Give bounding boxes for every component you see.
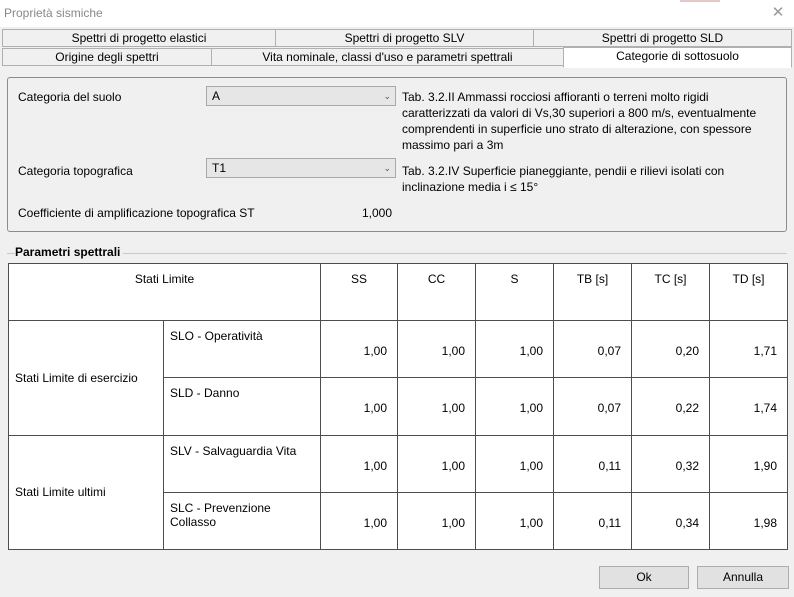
spectral-table: Stati Limite SS CC S TB [s] TC [s] TD [s… (7, 262, 789, 551)
cell-value: 0,11 (553, 434, 633, 493)
row-label-sld: SLD - Danno (162, 377, 322, 436)
cell-value: 1,00 (397, 434, 477, 493)
cell-value: 1,00 (320, 491, 399, 551)
cell-value: 1,00 (397, 320, 477, 379)
soil-category-description-line: comprendenti in superficie uno strato di… (402, 122, 752, 136)
table-row[interactable]: Stati Limite ultimi SLV - Salvaguardia V… (8, 434, 789, 551)
topo-coefficient-label: Coefficiente di amplificazione topografi… (18, 206, 255, 220)
tab-vita-nominale[interactable]: Vita nominale, classi d'uso e parametri … (211, 48, 564, 66)
cell-value: 0,20 (631, 320, 711, 379)
spectral-table-container: Stati Limite SS CC S TB [s] TC [s] TD [s… (7, 262, 789, 551)
title-accent (680, 0, 720, 2)
header-cc: CC (397, 262, 477, 322)
cell-value: 1,00 (397, 491, 477, 551)
topo-category-description-line: inclinazione media i ≤ 15° (402, 180, 539, 194)
cell-value: 0,07 (553, 377, 633, 436)
tab-origine-spettri[interactable]: Origine degli spettri (2, 48, 212, 66)
topo-category-description-line: Tab. 3.2.IV Superficie pianeggiante, pen… (402, 164, 725, 178)
group-label-esercizio: Stati Limite di esercizio (8, 320, 164, 436)
spectral-section-title: Parametri spettrali (15, 245, 124, 259)
cell-value: 0,32 (631, 434, 711, 493)
header-s: S (475, 262, 555, 322)
cell-value: 1,00 (475, 320, 555, 379)
window-title: Proprietà sismiche (4, 6, 103, 20)
soil-category-description-line: Tab. 3.2.II Ammassi rocciosi affioranti … (402, 90, 709, 104)
cell-value: 1,74 (709, 377, 789, 436)
row-label-slc: SLC - Prevenzione Collasso (162, 491, 322, 551)
chevron-down-icon: ⌄ (383, 163, 391, 173)
header-stati-limite: Stati Limite (7, 262, 322, 322)
soil-category-select[interactable]: A ⌄ (206, 86, 396, 106)
topo-category-value: T1 (212, 161, 227, 175)
topo-category-label: Categoria topografica (18, 164, 133, 178)
cell-value: 1,00 (475, 434, 555, 493)
group-label-ultimi: Stati Limite ultimi (8, 434, 164, 551)
soil-category-description-line: massimo pari a 3m (402, 138, 504, 152)
ok-button[interactable]: Ok (599, 566, 689, 589)
soil-category-description-line: caratterizzati da valori di Vs,30 superi… (402, 106, 757, 120)
row-label-slv: SLV - Salvaguardia Vita (162, 434, 322, 493)
soil-category-value: A (212, 89, 221, 103)
cell-value: 1,00 (320, 377, 399, 436)
topo-coefficient-value: 1,000 (362, 206, 393, 220)
row-label-slo: SLO - Operatività (162, 320, 322, 379)
close-icon[interactable]: ✕ (770, 5, 786, 21)
cell-value: 0,11 (553, 491, 633, 551)
soil-category-description: Tab. 3.2.II Ammassi rocciosi affioranti … (402, 89, 787, 153)
tab-categorie-sottosuolo[interactable]: Categorie di sottosuolo (563, 47, 792, 68)
tab-spettri-slv[interactable]: Spettri di progetto SLV (275, 29, 534, 47)
cancel-button[interactable]: Annulla (697, 566, 789, 589)
header-ss: SS (320, 262, 399, 322)
cell-value: 1,98 (709, 491, 789, 551)
cell-value: 0,07 (553, 320, 633, 379)
topo-category-select[interactable]: T1 ⌄ (206, 158, 396, 178)
cell-value: 1,00 (320, 320, 399, 379)
soil-category-label: Categoria del suolo (18, 90, 122, 104)
table-row[interactable]: Stati Limite di esercizio SLO - Operativ… (8, 320, 789, 436)
header-tb: TB [s] (553, 262, 633, 322)
cell-value: 1,90 (709, 434, 789, 493)
cell-value: 1,00 (320, 434, 399, 493)
chevron-down-icon: ⌄ (383, 91, 391, 101)
tab-spettri-elastici[interactable]: Spettri di progetto elastici (2, 29, 276, 47)
table-header-row: Stati Limite SS CC S TB [s] TC [s] TD [s… (7, 262, 789, 322)
cell-value: 1,00 (475, 377, 555, 436)
cell-value: 1,00 (397, 377, 477, 436)
tab-spettri-sld[interactable]: Spettri di progetto SLD (533, 29, 792, 47)
cell-value: 1,71 (709, 320, 789, 379)
cell-value: 0,22 (631, 377, 711, 436)
header-td: TD [s] (709, 262, 789, 322)
topo-category-description: Tab. 3.2.IV Superficie pianeggiante, pen… (402, 163, 787, 195)
cell-value: 1,00 (475, 491, 555, 551)
title-bar: Proprietà sismiche ✕ (0, 0, 794, 27)
section-divider (7, 253, 787, 254)
cell-value: 0,34 (631, 491, 711, 551)
header-tc: TC [s] (631, 262, 711, 322)
